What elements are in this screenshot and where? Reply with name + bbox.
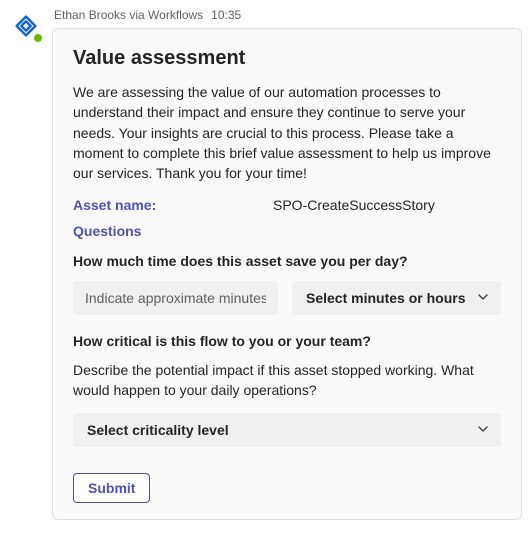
submit-button[interactable]: Submit	[73, 473, 150, 503]
message-time: 10:35	[211, 8, 241, 22]
question-2: How critical is this flow to you or your…	[73, 333, 501, 446]
avatar	[10, 10, 42, 42]
question-1-controls: Select minutes or hours	[73, 281, 501, 315]
presence-available-icon	[32, 32, 44, 44]
card-description: We are assessing the value of our automa…	[73, 82, 501, 183]
sender-name: Ethan Brooks via Workflows	[54, 8, 203, 22]
question-2-text: How critical is this flow to you or your…	[73, 333, 501, 349]
chevron-down-icon	[477, 422, 489, 438]
message-row: Ethan Brooks via Workflows 10:35 Value a…	[0, 0, 532, 530]
question-2-subtext: Describe the potential impact if this as…	[73, 361, 501, 400]
chevron-down-icon	[477, 290, 489, 306]
time-unit-select-label: Select minutes or hours	[306, 290, 465, 306]
question-1-text: How much time does this asset save you p…	[73, 253, 501, 269]
asset-name-value: SPO-CreateSuccessStory	[273, 197, 501, 213]
asset-name-label: Asset name:	[73, 197, 273, 213]
message-body: Ethan Brooks via Workflows 10:35 Value a…	[52, 8, 522, 520]
criticality-select-label: Select criticality level	[87, 422, 229, 438]
asset-row: Asset name: SPO-CreateSuccessStory	[73, 197, 501, 213]
criticality-select[interactable]: Select criticality level	[73, 413, 501, 447]
message-meta: Ethan Brooks via Workflows 10:35	[52, 8, 522, 22]
adaptive-card: Value assessment We are assessing the va…	[52, 28, 522, 520]
questions-label: Questions	[73, 223, 501, 239]
time-unit-select[interactable]: Select minutes or hours	[292, 281, 501, 315]
time-input[interactable]	[73, 281, 278, 315]
question-1: How much time does this asset save you p…	[73, 253, 501, 315]
card-title: Value assessment	[73, 47, 501, 70]
